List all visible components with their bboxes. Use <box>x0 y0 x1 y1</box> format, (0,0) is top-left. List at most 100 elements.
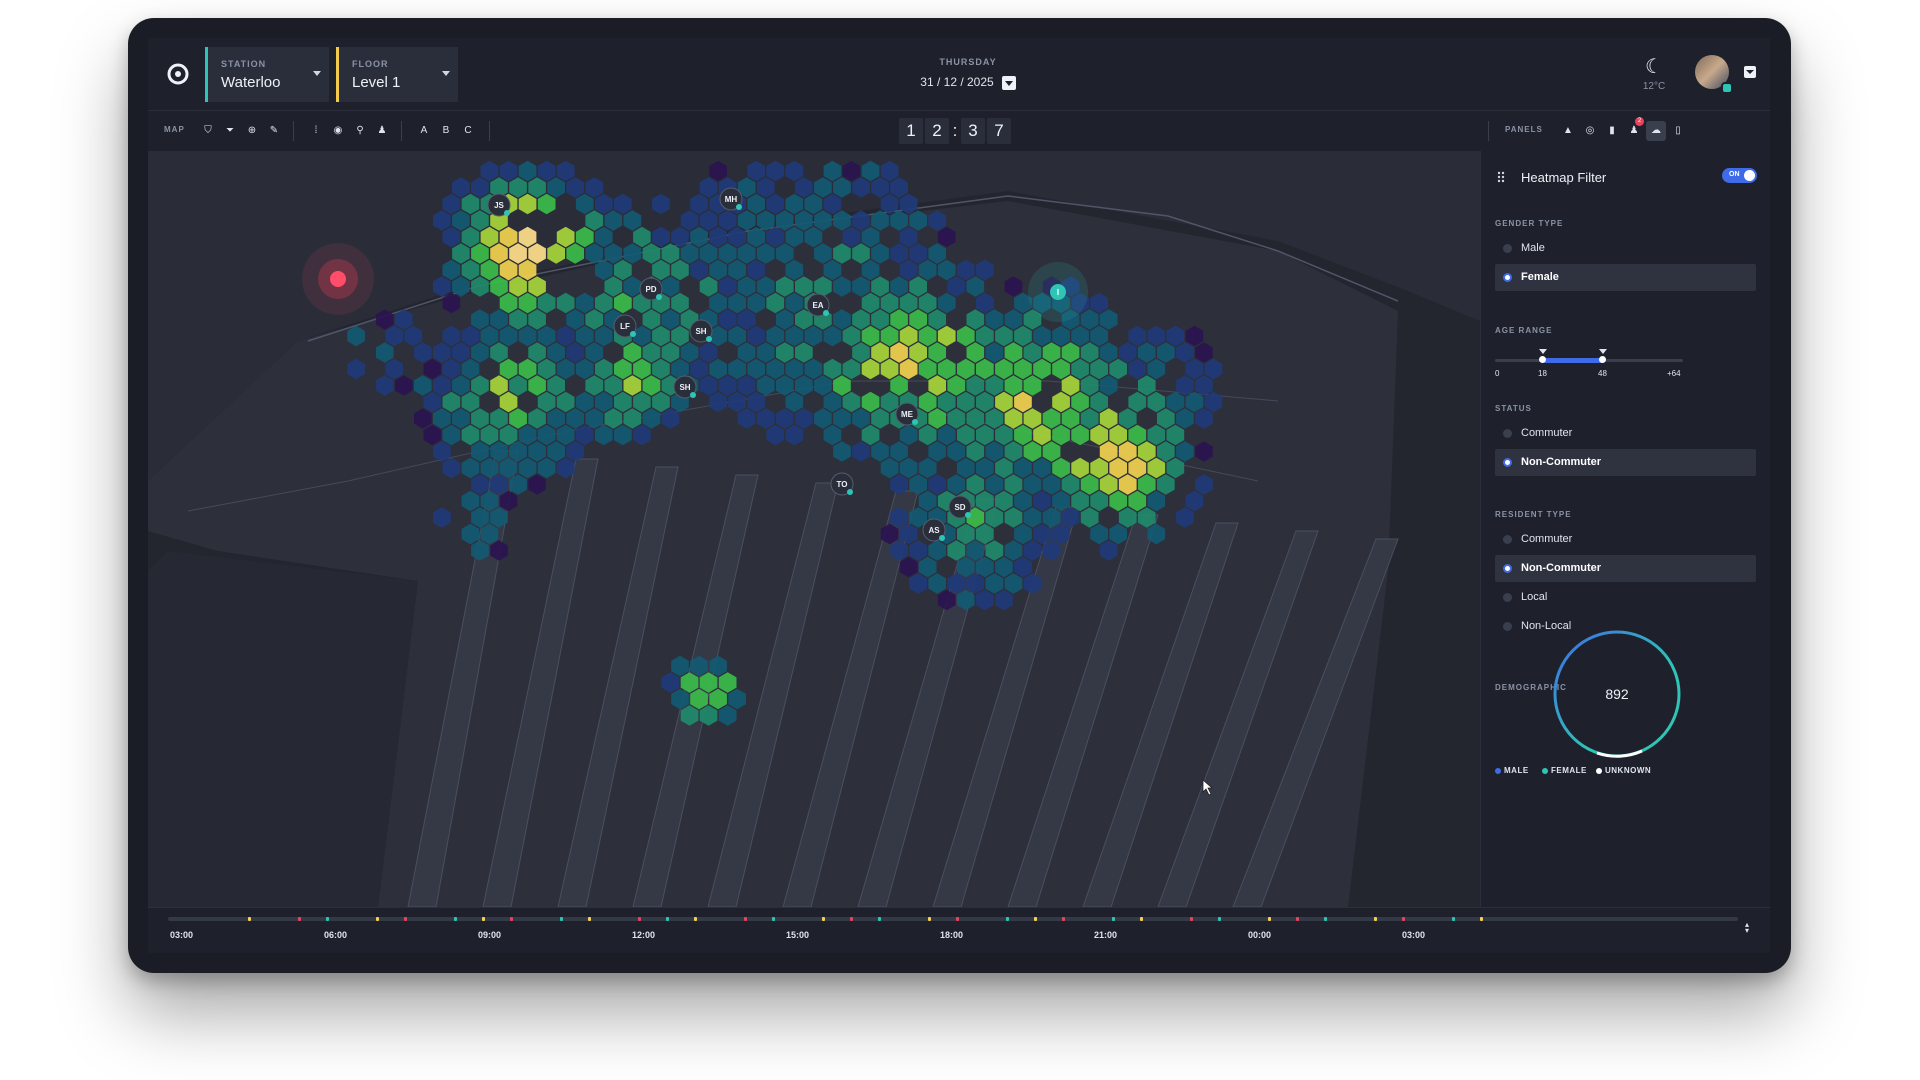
person-marker[interactable]: SD <box>948 495 972 519</box>
timeline-event-marker[interactable] <box>1296 917 1299 921</box>
person-initials: PD <box>645 285 656 294</box>
timeline-event-marker[interactable] <box>588 917 591 921</box>
target-icon[interactable]: ◎ <box>1580 121 1600 141</box>
timeline-event-marker[interactable] <box>376 917 379 921</box>
user-icon[interactable]: ♟ <box>1624 121 1644 141</box>
resident-option-local[interactable]: Local <box>1495 584 1756 611</box>
tools-icon[interactable]: ✎ <box>264 121 284 141</box>
timeline-event-marker[interactable] <box>1218 917 1221 921</box>
timeline-event-marker[interactable] <box>560 917 563 921</box>
heatmap-toggle[interactable]: ON <box>1722 168 1757 183</box>
clipboard-icon[interactable]: ▮ <box>1602 121 1622 141</box>
timeline-event-marker[interactable] <box>638 917 641 921</box>
heatmap-panel-icon[interactable]: ☁ <box>1646 121 1666 141</box>
gender-option-male[interactable]: Male <box>1495 235 1756 262</box>
station-map[interactable]: JS MH PD LF SH SH EA ME TO SD AS I <box>148 151 1480 907</box>
gender-option-female[interactable]: Female <box>1495 264 1756 291</box>
date-day: THURSDAY <box>939 57 997 67</box>
timeline-event-marker[interactable] <box>482 917 485 921</box>
sensor-icon[interactable]: ◉ <box>328 121 348 141</box>
age-high-handle[interactable] <box>1599 356 1606 363</box>
timeline-event-marker[interactable] <box>1452 917 1455 921</box>
zone-c-button[interactable]: C <box>458 121 478 141</box>
timeline-event-marker[interactable] <box>1480 917 1483 921</box>
demographic-total: 892 <box>1605 686 1629 702</box>
person-marker[interactable]: ME <box>895 402 919 426</box>
floor-select[interactable]: FLOOR Level 1 <box>336 47 458 102</box>
user-menu-dropdown-icon[interactable] <box>1744 66 1756 78</box>
timeline-event-marker[interactable] <box>1034 917 1037 921</box>
status-option-non-commuter[interactable]: Non-Commuter <box>1495 449 1756 476</box>
timeline-event-marker[interactable] <box>694 917 697 921</box>
timeline-event-marker[interactable] <box>298 917 301 921</box>
shield-icon[interactable]: ⛉ <box>198 121 218 141</box>
legend-unknown: UNKNOWN <box>1596 766 1651 775</box>
online-status-dot <box>1721 82 1733 94</box>
station-select[interactable]: STATION Waterloo <box>205 47 329 102</box>
timeline-event-marker[interactable] <box>1190 917 1193 921</box>
timeline[interactable]: 03:00 06:00 09:00 12:00 15:00 18:00 21:0… <box>148 907 1770 953</box>
clock-digit: 1 <box>899 118 923 144</box>
person-marker[interactable]: AS <box>922 518 946 542</box>
resident-option-non-commuter[interactable]: Non-Commuter <box>1495 555 1756 582</box>
calendar-dropdown-icon[interactable] <box>1001 75 1016 90</box>
person-marker[interactable]: SH <box>673 375 697 399</box>
timeline-event-marker[interactable] <box>326 917 329 921</box>
timeline-event-marker[interactable] <box>1402 917 1405 921</box>
timeline-event-marker[interactable] <box>928 917 931 921</box>
app-logo-icon[interactable] <box>166 62 190 86</box>
person-marker[interactable]: EA <box>806 293 830 317</box>
plus-circle-icon[interactable]: ⊕ <box>242 121 262 141</box>
timeline-label: 06:00 <box>324 930 348 940</box>
zone-b-button[interactable]: B <box>436 121 456 141</box>
person-marker[interactable]: JS <box>487 193 511 217</box>
clock-colon: : <box>952 121 958 140</box>
zone-a-button[interactable]: A <box>414 121 434 141</box>
timeline-event-marker[interactable] <box>744 917 747 921</box>
age-low-handle[interactable] <box>1539 356 1546 363</box>
person-marker[interactable]: MH <box>719 187 743 211</box>
radio-icon <box>1503 622 1512 631</box>
timeline-expand-icon[interactable]: ▴ ▾ <box>1745 921 1749 935</box>
person-marker[interactable]: TO <box>830 472 854 496</box>
grid-icon[interactable]: ⁞ <box>306 121 326 141</box>
timeline-event-marker[interactable] <box>1140 917 1143 921</box>
timeline-event-marker[interactable] <box>1062 917 1065 921</box>
person-marker[interactable]: SH <box>689 319 713 343</box>
timeline-event-marker[interactable] <box>1324 917 1327 921</box>
warning-icon[interactable]: ▲ <box>1558 121 1578 141</box>
info-marker-label: I <box>1057 288 1059 297</box>
grid-icon[interactable] <box>1497 171 1509 183</box>
top-bar: STATION Waterloo FLOOR Level 1 THURSDAY … <box>148 38 1770 110</box>
filter-icon[interactable]: ⏷ <box>220 121 240 141</box>
alert-sensor-icon[interactable] <box>330 271 346 287</box>
timeline-event-marker[interactable] <box>850 917 853 921</box>
person-marker[interactable]: PD <box>639 277 663 301</box>
timeline-event-marker[interactable] <box>1268 917 1271 921</box>
resident-option-commuter[interactable]: Commuter <box>1495 526 1756 553</box>
pin-icon[interactable]: ⚲ <box>350 121 370 141</box>
timeline-event-marker[interactable] <box>404 917 407 921</box>
radio-icon <box>1503 593 1512 602</box>
person-marker[interactable]: LF <box>613 314 637 338</box>
radio-icon <box>1503 244 1512 253</box>
timeline-event-marker[interactable] <box>822 917 825 921</box>
timeline-event-marker[interactable] <box>956 917 959 921</box>
status-option-commuter[interactable]: Commuter <box>1495 420 1756 447</box>
timeline-event-marker[interactable] <box>878 917 881 921</box>
timeline-event-marker[interactable] <box>1006 917 1009 921</box>
timeline-event-marker[interactable] <box>666 917 669 921</box>
timeline-event-marker[interactable] <box>510 917 513 921</box>
station-map-canvas[interactable]: JS MH PD LF SH SH EA ME TO SD AS I <box>148 151 1480 907</box>
timeline-event-marker[interactable] <box>1112 917 1115 921</box>
toolbar-divider <box>401 121 402 141</box>
floor-label: FLOOR <box>352 59 389 69</box>
toggle-knob <box>1744 170 1755 181</box>
person-icon[interactable]: ♟ <box>372 121 392 141</box>
date-picker[interactable]: THURSDAY 31 / 12 / 2025 <box>848 57 1088 90</box>
train-icon[interactable]: ▯ <box>1668 121 1688 141</box>
timeline-event-marker[interactable] <box>454 917 457 921</box>
timeline-event-marker[interactable] <box>1374 917 1377 921</box>
timeline-event-marker[interactable] <box>248 917 251 921</box>
timeline-event-marker[interactable] <box>772 917 775 921</box>
